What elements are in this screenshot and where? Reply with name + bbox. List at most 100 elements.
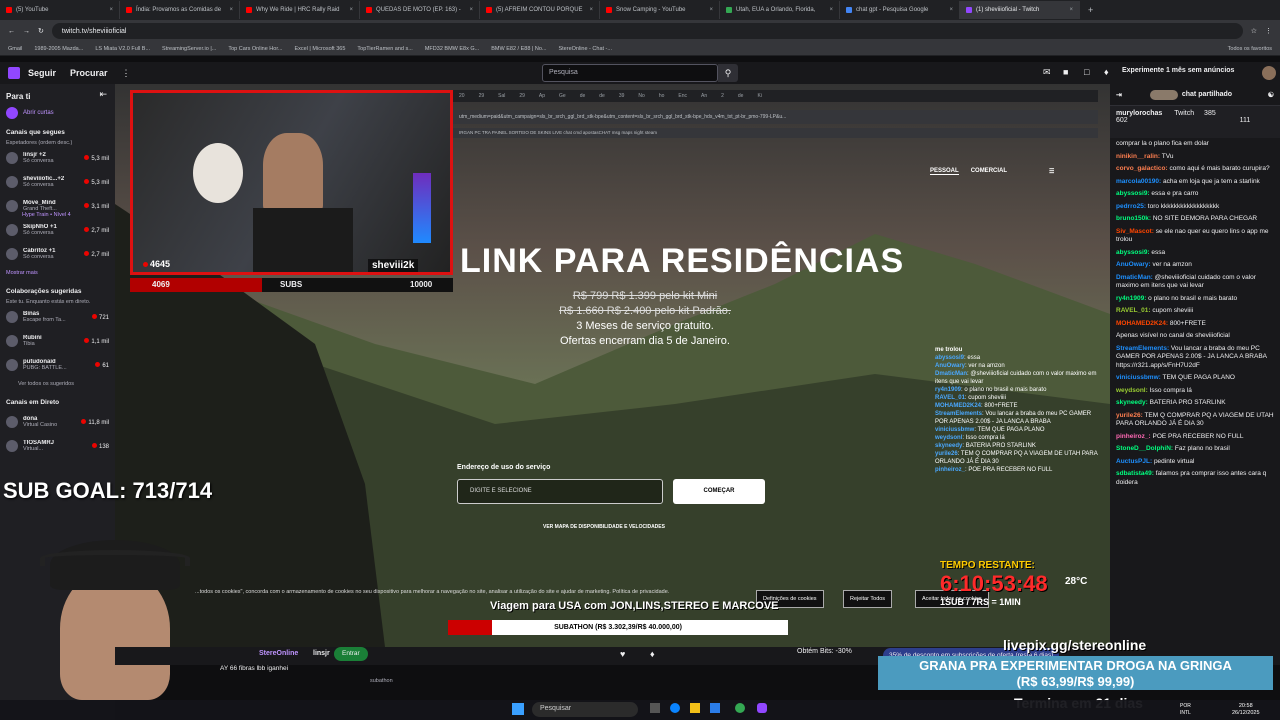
bookmark-item[interactable]: TopTierRamen and s... [357, 46, 412, 52]
search-icon[interactable]: ⚲ [718, 64, 738, 82]
close-tab-icon[interactable]: × [469, 7, 473, 13]
ad-free-promo[interactable]: Experimente 1 mês sem anúncios [1122, 67, 1234, 74]
chat-username[interactable]: bruno150k: [1116, 215, 1151, 222]
close-tab-icon[interactable]: × [1069, 7, 1073, 13]
bookmark-item[interactable]: StreamingServer.io |... [162, 46, 216, 52]
new-tab-icon[interactable]: + [1088, 5, 1093, 15]
system-clock[interactable]: 20:58 26/12/2025 [1232, 703, 1260, 717]
browser-tab[interactable]: (1) sheviiioficial - Twitch × [960, 1, 1080, 19]
store-icon[interactable] [710, 703, 720, 713]
bookmark-item[interactable]: LS Miata V2.0 Full B... [95, 46, 150, 52]
close-tab-icon[interactable]: × [349, 7, 353, 13]
whispers-icon[interactable]: □ [1084, 67, 1089, 77]
linsjr-link[interactable]: linsjr [313, 650, 330, 657]
collapse-icon[interactable]: ⇤ [99, 89, 115, 100]
windows-start-icon[interactable] [512, 703, 524, 715]
chat-username[interactable]: abyssosi9: [1116, 190, 1150, 197]
close-tab-icon[interactable]: × [709, 7, 713, 13]
stream-tag[interactable]: subathon [370, 678, 393, 684]
chat-username[interactable]: viniciussbmw: [1116, 374, 1161, 381]
join-button[interactable]: Entrar [334, 647, 368, 661]
notification-bell-icon[interactable]: ♦ [650, 649, 655, 659]
obs-icon[interactable] [757, 703, 767, 713]
browser-tab[interactable]: QUEDAS DE MOTO (EP. 163) - × [360, 1, 480, 19]
collab-channel[interactable]: Rubini Tibia 1,1 mil [0, 329, 115, 353]
chat-username[interactable]: pedrro25: [1116, 203, 1146, 210]
nav-following[interactable]: Seguir [28, 68, 56, 78]
bookmark-item[interactable]: 1989-2005 Mazda... [34, 46, 83, 52]
chat-users-icon[interactable]: ☯ [1268, 91, 1274, 99]
browser-tab[interactable]: Snow Camping - YouTube × [600, 1, 720, 19]
star-icon[interactable]: ☆ [1251, 27, 1257, 35]
twitch-logo-icon[interactable] [8, 67, 20, 79]
back-icon[interactable]: ← [8, 28, 15, 35]
prime-icon[interactable]: ♦ [1104, 67, 1109, 77]
browser-tab[interactable]: Utah, EUA a Orlando, Florida, × [720, 1, 840, 19]
bookmark-item[interactable]: Gmail [8, 46, 22, 52]
chat-username[interactable]: StreamElements: [1116, 345, 1169, 352]
taskbar-search[interactable]: Pesquisar [532, 702, 638, 717]
nav-browse[interactable]: Procurar [70, 68, 108, 78]
chat-username[interactable]: AnuOwary: [1116, 261, 1151, 268]
chat-username[interactable]: abyssosi9: [1116, 249, 1150, 256]
bookmark-item[interactable]: Top Cars Online Hor... [228, 46, 282, 52]
close-tab-icon[interactable]: × [229, 7, 233, 13]
browser-tab[interactable]: (5) YouTube × [0, 1, 120, 19]
chat-username[interactable]: marcola00190: [1116, 178, 1161, 185]
chat-username[interactable]: AuctusPJL: [1116, 458, 1152, 465]
bits-button[interactable]: Obtém Bits: -30% [797, 648, 852, 655]
chat-username[interactable]: Siv_Mascot: [1116, 228, 1154, 235]
chat-username[interactable]: pinheiroz_: [1116, 433, 1151, 440]
collapse-chat-icon[interactable]: ⇥ [1116, 91, 1122, 99]
close-tab-icon[interactable]: × [589, 7, 593, 13]
forward-icon[interactable]: → [23, 28, 30, 35]
url-field[interactable]: twitch.tv/sheviiioficial [51, 23, 1243, 39]
see-all-suggested[interactable]: Ver todos os sugeridos [0, 377, 115, 391]
reload-icon[interactable]: ↻ [38, 27, 44, 35]
notifications-icon[interactable]: ■ [1063, 67, 1068, 77]
show-more-link[interactable]: Mostrar mais [0, 266, 115, 280]
collab-channel[interactable]: Binas Escape from Ta... 721 [0, 305, 115, 329]
language-indicator[interactable]: POR INTL [1180, 703, 1191, 717]
chat-username[interactable]: RAVEL_01: [1116, 307, 1151, 314]
clips-link[interactable]: Abrir curtas [0, 105, 115, 121]
chat-username[interactable]: corvo_galactico: [1116, 165, 1168, 172]
followed-channel[interactable]: Cabritoz +1 Só conversa 2,7 mil [0, 242, 115, 266]
bookmark-item[interactable]: BMW E82 / E88 | No... [491, 46, 546, 52]
bookmark-item[interactable]: MFD32 BMW E8x G... [425, 46, 479, 52]
edge-icon[interactable] [670, 703, 680, 713]
chat-username[interactable]: DmaticMan: [1116, 274, 1153, 281]
followed-channel[interactable]: sheviiiofic...+2 Só conversa 5,3 mil [0, 170, 115, 194]
live-channel[interactable]: TIOSAMRJ Virtual... 138 [0, 434, 115, 458]
chat-username[interactable]: MOHAMED2K24: [1116, 320, 1168, 327]
search-input[interactable]: Pesquisa [542, 64, 718, 82]
inbox-icon[interactable]: ✉ [1043, 67, 1051, 78]
chat-username[interactable]: sdbatista49: [1116, 470, 1154, 477]
browser-tab[interactable]: chat gpt - Pesquisa Google × [840, 1, 960, 19]
more-icon[interactable]: ⋮ [122, 68, 131, 79]
explorer-icon[interactable] [690, 703, 700, 713]
live-channel[interactable]: dona Virtual Casino 11,8 mil [0, 410, 115, 434]
close-tab-icon[interactable]: × [949, 7, 953, 13]
task-view-icon[interactable] [650, 703, 660, 713]
close-tab-icon[interactable]: × [829, 7, 833, 13]
bookmark-item[interactable]: StereOnline - Chat -... [558, 46, 612, 52]
bookmarks-folder[interactable]: Todos os favoritos [1228, 46, 1272, 52]
heart-icon[interactable]: ♥ [620, 649, 625, 659]
browser-tab[interactable]: Why We Ride | HRC Rally Raid × [240, 1, 360, 19]
chrome-icon[interactable] [735, 703, 745, 713]
menu-icon[interactable]: ⋮ [1265, 27, 1272, 35]
browser-tab[interactable]: Índia: Provamos as Comidas de × [120, 1, 240, 19]
chat-username[interactable]: ninikin__ralin: [1116, 153, 1160, 160]
followed-channel[interactable]: SkipNhO +1 Só conversa 2,7 mil [0, 218, 115, 242]
close-tab-icon[interactable]: × [109, 7, 113, 13]
collab-channel[interactable]: putudonaid PUBG: BATTLE... 61 [0, 353, 115, 377]
chat-username[interactable]: weydsonl: [1116, 387, 1148, 394]
chat-username[interactable]: StoneD__DolphiN: [1116, 445, 1173, 452]
chat-username[interactable]: yurile26: [1116, 412, 1143, 419]
browser-tab[interactable]: (5) AFREIM CONTOU PORQUE × [480, 1, 600, 19]
followed-channel[interactable]: linsjr +2 Só conversa 5,3 mil [0, 146, 115, 170]
bookmark-item[interactable]: Excel | Microsoft 365 [294, 46, 345, 52]
chat-username[interactable]: ry4n1909: [1116, 295, 1146, 302]
user-avatar[interactable] [1262, 66, 1276, 80]
